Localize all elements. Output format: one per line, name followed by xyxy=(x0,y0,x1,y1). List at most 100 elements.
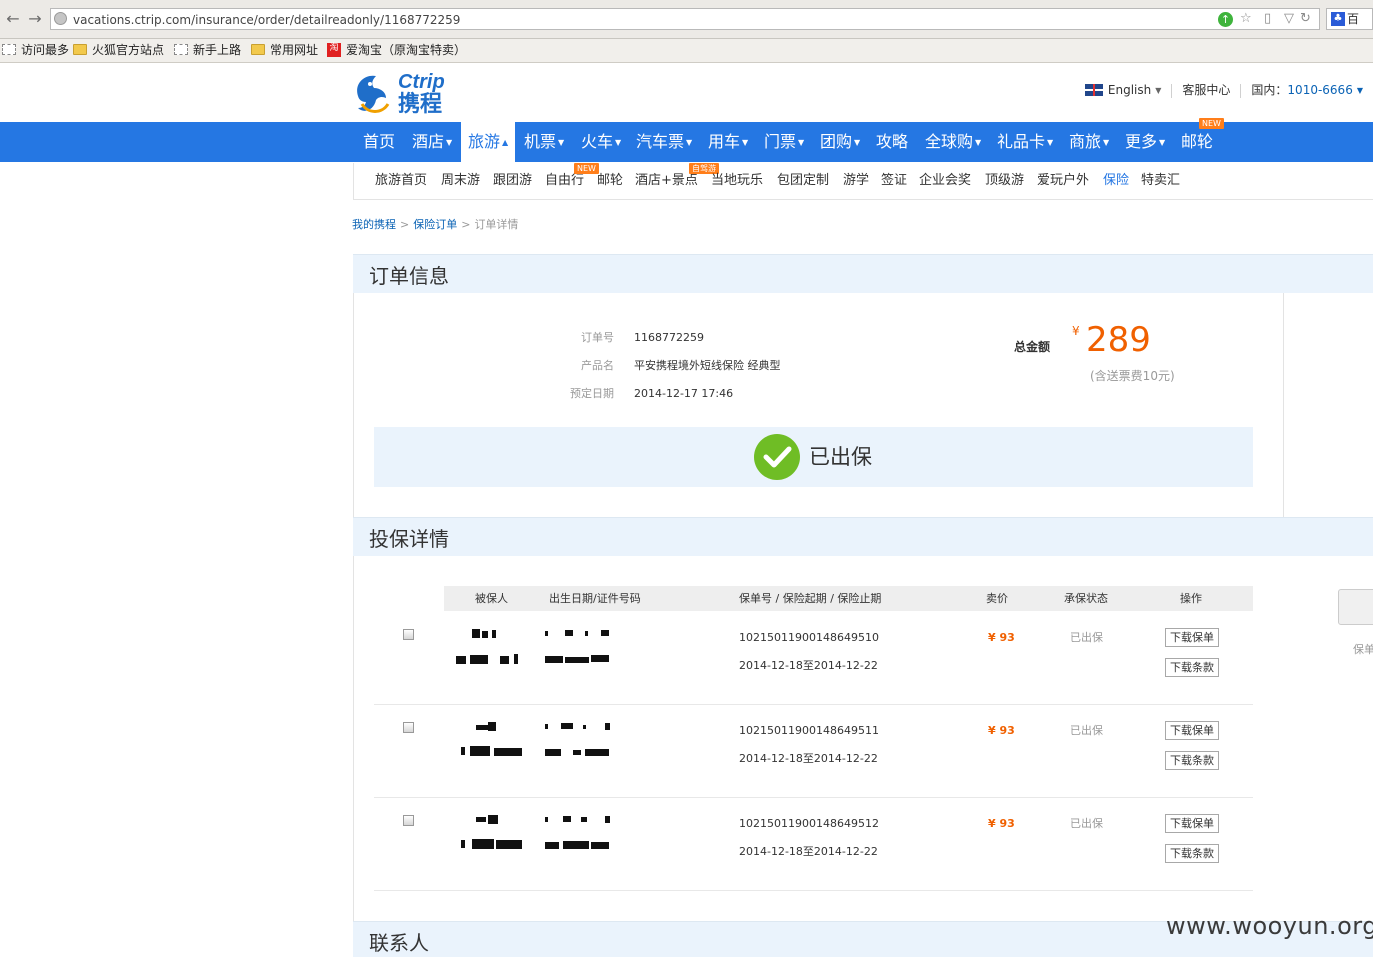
insure-status: 已出保 xyxy=(1070,724,1103,737)
total-amount: 289 xyxy=(1086,320,1151,360)
order-status: 已出保 xyxy=(809,445,872,469)
subnav-travel-home[interactable]: 旅游首页 xyxy=(375,173,427,189)
caret-down-icon[interactable]: ▼ xyxy=(1357,83,1363,99)
subnav-hotel-attraction[interactable]: 酒店+景点 xyxy=(635,173,698,189)
subnav-outdoor[interactable]: 爱玩户外 xyxy=(1037,173,1089,189)
subnav-insurance[interactable]: 保险 xyxy=(1103,173,1129,189)
bookmark-label: 爱淘宝（原淘宝特卖） xyxy=(346,43,467,57)
reload-icon[interactable]: ↻ xyxy=(1300,11,1311,27)
bookmark-common-sites[interactable]: 常用网址 xyxy=(251,39,318,62)
col-birth-id: 出生日期/证件号码 xyxy=(549,592,641,605)
phone-number[interactable]: 1010-6666 xyxy=(1287,83,1352,97)
download-policy-button[interactable]: 下载保单 xyxy=(1165,721,1219,740)
policy-period: 2014-12-18至2014-12-22 xyxy=(739,845,878,858)
col-actions: 操作 xyxy=(1180,592,1202,605)
download-policy-button[interactable]: 下载保单 xyxy=(1165,628,1219,647)
nav-home[interactable]: 首页 xyxy=(363,122,395,162)
col-insured: 被保人 xyxy=(475,592,508,605)
ctrip-logo[interactable]: Ctrip 携程 xyxy=(352,70,474,117)
bookmark-label: 新手上路 xyxy=(193,43,242,57)
breadcrumb-my-ctrip[interactable]: 我的携程 xyxy=(352,218,396,231)
nav-global-shop[interactable]: 全球购 ▼ xyxy=(925,122,981,162)
row-checkbox[interactable] xyxy=(403,815,414,826)
download-terms-button[interactable]: 下载条款 xyxy=(1165,844,1219,863)
nav-car[interactable]: 用车 ▼ xyxy=(708,122,748,162)
language-selector[interactable]: English ▼ xyxy=(1084,83,1161,97)
download-terms-button[interactable]: 下载条款 xyxy=(1165,751,1219,770)
new-badge: NEW xyxy=(574,163,599,174)
nav-travel[interactable]: 旅游 ▲ xyxy=(461,122,516,162)
download-terms-button[interactable]: 下载条款 xyxy=(1165,658,1219,677)
col-price: 卖价 xyxy=(986,592,1008,605)
language-label: English xyxy=(1107,83,1152,97)
search-text: 百 xyxy=(1347,12,1360,26)
page-icon xyxy=(174,44,188,55)
nav-business[interactable]: 商旅 ▼ xyxy=(1069,122,1109,162)
policy-details-header: 投保详情 xyxy=(353,517,1373,556)
policy-number: 10215011900148649511 xyxy=(739,724,879,737)
search-engine-icon: ♣ xyxy=(1331,12,1345,26)
mobile-icon[interactable]: ▯ xyxy=(1264,11,1271,27)
header-utilities: English ▼ 客服中心 国内：1010-6666 ▼ xyxy=(1084,82,1363,99)
product-label: 产品名 xyxy=(581,359,614,372)
col-status: 承保状态 xyxy=(1064,592,1108,605)
subnav-group-tour[interactable]: 跟团游 xyxy=(493,173,532,189)
page-icon xyxy=(2,44,16,55)
nav-flights[interactable]: 机票 ▼ xyxy=(524,122,564,162)
subnav-luxury[interactable]: 顶级游 xyxy=(985,173,1024,189)
customer-service-link[interactable]: 客服中心 xyxy=(1182,83,1230,97)
side-divider xyxy=(1283,293,1284,517)
logo-text-cn: 携程 xyxy=(398,91,442,116)
nav-train[interactable]: 火车 ▼ xyxy=(581,122,621,162)
bookmarks-bar: 访问最多 火狐官方站点 新手上路 常用网址 淘爱淘宝（原淘宝特卖） xyxy=(0,39,1373,63)
nav-gift-card[interactable]: 礼品卡 ▼ xyxy=(997,122,1053,162)
bookmark-label: 火狐官方站点 xyxy=(92,43,165,57)
main-nav: 首页 酒店 ▼ 旅游 ▲ 机票 ▼ 火车 ▼ 汽车票 ▼ 用车 ▼ 门票 ▼ 团购 ▼ 攻略 全… xyxy=(0,118,1373,162)
subnav-flash-sale[interactable]: 特卖汇 xyxy=(1141,173,1180,189)
bookmark-star-icon[interactable]: ☆ xyxy=(1240,11,1252,27)
row-checkbox[interactable] xyxy=(403,629,414,640)
download-policy-button[interactable]: 下载保单 xyxy=(1165,814,1219,833)
subnav-local-fun[interactable]: 当地玩乐 xyxy=(711,173,763,189)
row-checkbox[interactable] xyxy=(403,722,414,733)
subnav-visa[interactable]: 签证 xyxy=(881,173,907,189)
bookmark-firefox-site[interactable]: 火狐官方站点 xyxy=(73,39,164,62)
subnav-study-tour[interactable]: 游学 xyxy=(843,173,869,189)
url-input[interactable]: vacations.ctrip.com/insurance/order/deta… xyxy=(50,8,1320,30)
subnav-corporate[interactable]: 企业会奖 xyxy=(919,173,971,189)
subnav-free-travel[interactable]: 自由行 xyxy=(545,173,584,189)
nav-bus[interactable]: 汽车票 ▼ xyxy=(636,122,692,162)
bookmark-aitaobao[interactable]: 淘爱淘宝（原淘宝特卖） xyxy=(327,39,466,62)
breadcrumb-insurance-orders[interactable]: 保险订单 xyxy=(413,218,457,231)
table-header: 被保人 出生日期/证件号码 保单号 / 保险起期 / 保险止期 卖价 承保状态 … xyxy=(444,586,1253,611)
bookmark-getting-started[interactable]: 新手上路 xyxy=(174,39,241,62)
row-divider xyxy=(374,797,1253,798)
subnav-custom-tour[interactable]: 包团定制 xyxy=(777,173,829,189)
subnav-cruise[interactable]: 邮轮 xyxy=(597,173,623,189)
masked-id xyxy=(545,654,617,668)
nav-group-buy[interactable]: 团购 ▼ xyxy=(820,122,860,162)
insure-status: 已出保 xyxy=(1070,631,1103,644)
forward-icon[interactable]: → xyxy=(26,10,44,28)
nav-more[interactable]: 更多 ▼ xyxy=(1125,122,1165,162)
search-box[interactable]: ♣ 百 xyxy=(1326,8,1373,30)
bookmark-most-visited[interactable]: 访问最多 xyxy=(2,39,69,62)
side-action-button[interactable] xyxy=(1338,589,1373,625)
back-icon[interactable]: ← xyxy=(4,10,22,28)
price: ¥ 93 xyxy=(988,724,1015,737)
nav-hotel[interactable]: 酒店 ▼ xyxy=(412,122,452,162)
subnav-weekend[interactable]: 周末游 xyxy=(441,173,480,189)
dropdown-icon[interactable]: ▽ xyxy=(1284,11,1294,27)
price: ¥ 93 xyxy=(988,631,1015,644)
date-label: 预定日期 xyxy=(570,387,614,400)
policy-period: 2014-12-18至2014-12-22 xyxy=(739,752,878,765)
nav-tickets[interactable]: 门票 ▼ xyxy=(764,122,804,162)
masked-name xyxy=(456,629,528,643)
go-icon[interactable]: ↑ xyxy=(1218,12,1233,27)
masked-name xyxy=(456,746,528,760)
check-icon xyxy=(754,434,800,480)
product-link[interactable]: 平安携程境外短线保险 经典型 xyxy=(634,358,781,374)
masked-name xyxy=(456,654,528,668)
nav-guides[interactable]: 攻略 xyxy=(876,122,908,162)
masked-name xyxy=(456,722,528,736)
